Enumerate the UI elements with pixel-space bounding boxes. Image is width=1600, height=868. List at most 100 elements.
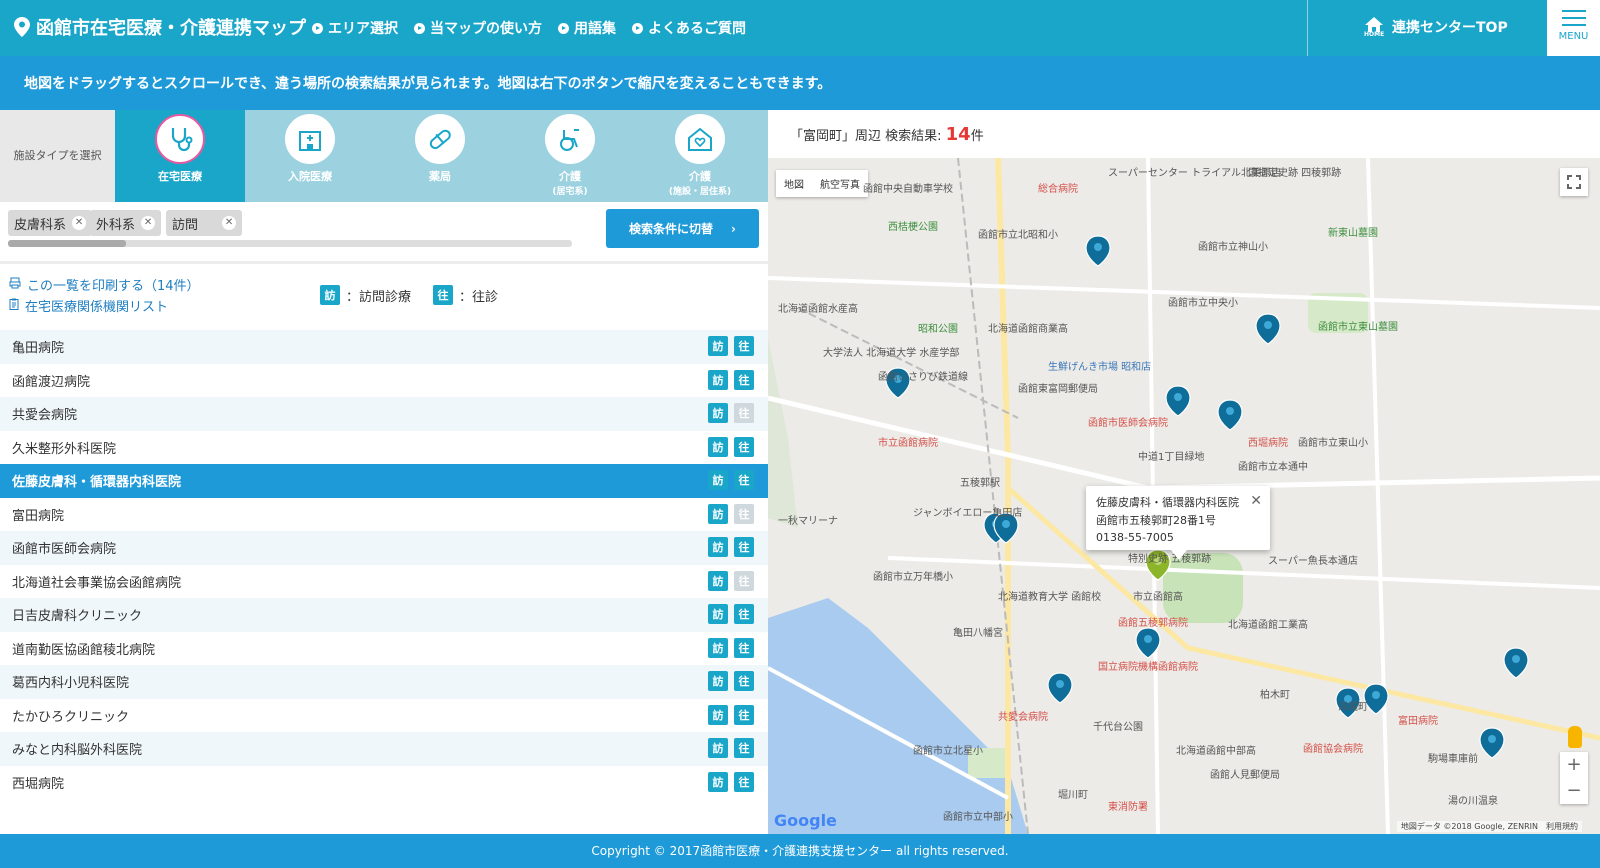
facility-badges: 訪往 [708, 570, 754, 591]
wheelchair-icon [545, 114, 595, 164]
house-call-badge: 往 [734, 336, 754, 356]
fullscreen-button[interactable] [1560, 168, 1588, 196]
house-call-badge: 往 [734, 604, 754, 624]
zoom-in-button[interactable]: + [1560, 752, 1588, 778]
map-place-label: 函館中央自動車学校 [863, 184, 953, 195]
map-type-toggle: 地図 航空写真 [776, 170, 868, 197]
house-call-badge: 往 [734, 771, 754, 792]
visit-badge: 訪 [708, 336, 728, 356]
map-pin-icon [14, 17, 30, 37]
street-view-icon[interactable] [1568, 726, 1582, 748]
facility-row[interactable]: たかひろクリニック 訪往 [0, 698, 768, 732]
map-pin[interactable] [1503, 647, 1529, 679]
map-place-label: 亀田八幡宮 [953, 628, 1003, 639]
nav-faq[interactable]: よくあるご質問 [632, 18, 746, 38]
map-place-label: 五稜郭駅 [960, 478, 1000, 489]
tab-home-care[interactable]: 在宅医療 [115, 110, 245, 202]
map-place-label: 総合病院 [1038, 184, 1078, 195]
facility-row[interactable]: 道南勤医協函館稜北病院 訪往 [0, 631, 768, 665]
tab-care-facility[interactable]: 介護 (施設・居住系) [635, 110, 765, 202]
home-icon: HOME [1364, 16, 1384, 38]
facility-row[interactable]: 西堀病院 訪往 [0, 765, 768, 799]
google-logo: Google [774, 811, 837, 830]
visit-badge: 訪 [708, 671, 728, 691]
map-place-label: 新東山墓園 [1328, 228, 1378, 239]
map-place-label: 堀川町 [1058, 790, 1088, 801]
map-place-label: スーパー魚長本通店 [1268, 556, 1358, 567]
close-icon[interactable]: ✕ [72, 216, 87, 230]
info-address: 函館市五稜郭町28番1号 [1096, 513, 1216, 527]
printer-icon [9, 277, 21, 293]
arrow-circle-icon [558, 22, 569, 34]
zoom-out-button[interactable]: − [1560, 778, 1588, 804]
map-pin[interactable] [1217, 399, 1243, 431]
scrollbar-thumb[interactable] [8, 240, 126, 247]
nav-how-to-use[interactable]: 当マップの使い方 [414, 18, 542, 38]
map-place-label: 北海道函館工業高 [1228, 620, 1308, 631]
map-pin[interactable] [1255, 313, 1281, 345]
map-pin[interactable] [1047, 672, 1073, 704]
filter-divider [0, 261, 768, 264]
map-place-label: 函館市立本通中 [1238, 462, 1308, 473]
facility-list-link[interactable]: 在宅医療関係機関リスト [9, 296, 168, 315]
facility-name: 函館市医師会病院 [12, 542, 117, 558]
filter-chip-visit[interactable]: 訪問 ✕ [166, 210, 243, 236]
filter-chip-surgery[interactable]: 外科系 ✕ [90, 210, 162, 236]
map-view[interactable]: 地図 航空写真 函館中央自動車学校 総合病院 スーパーセンター トライアル北美原店国… [768, 158, 1600, 834]
facility-row[interactable]: 葛西内科小児科医院 訪往 [0, 665, 768, 699]
visit-badge: 訪 [708, 503, 728, 524]
tab-inpatient[interactable]: 入院医療 [245, 110, 375, 202]
facility-badges: 訪往 [708, 336, 754, 356]
arrow-circle-icon [632, 22, 643, 34]
map-type-satellite[interactable]: 航空写真 [812, 170, 868, 197]
badge-legend: 訪 ：訪問診療 往 ：往診 [320, 285, 498, 305]
facility-badges: 訪往 [708, 738, 754, 758]
house-call-badge: 往 [734, 436, 754, 457]
map-pin[interactable] [1479, 727, 1505, 759]
map-place-label: 国立病院機構函館病院 [1098, 662, 1198, 673]
map-pin[interactable] [1085, 235, 1111, 267]
close-icon[interactable]: ✕ [1250, 490, 1262, 512]
facility-badges: 訪往 [708, 369, 754, 390]
close-icon[interactable]: ✕ [141, 216, 156, 230]
menu-button[interactable]: MENU [1547, 0, 1600, 56]
map-pin[interactable] [1165, 385, 1191, 417]
facility-row[interactable]: 富田病院 訪往 [0, 497, 768, 531]
map-place-label: 一秋マリーナ [778, 516, 838, 527]
house-call-badge: 往 [734, 503, 754, 524]
map-place-label: 函館人見郵便局 [1210, 770, 1280, 781]
map-place-label: 深堀町 [1338, 702, 1368, 713]
stethoscope-icon [155, 114, 205, 164]
close-icon[interactable]: ✕ [222, 216, 237, 230]
map-place-label: 函館東富岡郵便局 [1018, 384, 1098, 395]
facility-row[interactable]: 函館市医師会病院 訪往 [0, 531, 768, 565]
map-type-map[interactable]: 地図 [776, 170, 812, 197]
facility-row[interactable]: みなと内科脳外科医院 訪往 [0, 732, 768, 766]
home-link[interactable]: HOME 連携センターTOP [1364, 16, 1508, 38]
hamburger-icon [1561, 10, 1586, 26]
facility-row[interactable]: 共愛会病院 訪往 [0, 397, 768, 431]
map-place-label: ジャンボイエロー亀田店 [913, 508, 1023, 519]
zoom-controls: + − [1560, 752, 1588, 804]
tab-pharmacy[interactable]: 薬局 [375, 110, 505, 202]
map-place-label: 函館市立東山小 [1298, 438, 1368, 449]
map-place-label: 函館市医師会病院 [1088, 418, 1168, 429]
facility-row[interactable]: 佐藤皮膚科・循環器内科医院 訪往 [0, 464, 768, 498]
facility-row[interactable]: 久米整形外科医院 訪往 [0, 430, 768, 464]
facility-row[interactable]: 函館渡辺病院 訪往 [0, 363, 768, 397]
chip-scrollbar[interactable] [8, 240, 572, 247]
nav-glossary[interactable]: 用語集 [558, 18, 616, 38]
map-attribution: 地図データ ©2018 Google, ZENRIN 利用規約 [1396, 821, 1582, 832]
facility-row[interactable]: 日吉皮膚科クリニック 訪往 [0, 598, 768, 632]
print-list-link[interactable]: この一覧を印刷する（14件） [9, 275, 200, 294]
switch-search-button[interactable]: 検索条件に切替 › [606, 209, 759, 248]
map-place-label: 大学法人 北海道大学 水産学部 [823, 348, 960, 359]
site-title[interactable]: 函館市在宅医療・介護連携マップ [14, 14, 306, 40]
facility-name: 日吉皮膚科クリニック [12, 609, 143, 625]
nav-area-select[interactable]: エリア選択 [312, 18, 398, 38]
facility-row[interactable]: 北海道社会事業協会函館病院 訪往 [0, 564, 768, 598]
tab-care-home[interactable]: 介護 (居宅系) [505, 110, 635, 202]
facility-row[interactable]: 亀田病院 訪往 [0, 330, 768, 364]
map-result-header: 「富岡町」周辺 検索結果: 14件 [768, 110, 1600, 158]
filter-chip-dermatology[interactable]: 皮膚科系 ✕ [8, 210, 93, 236]
